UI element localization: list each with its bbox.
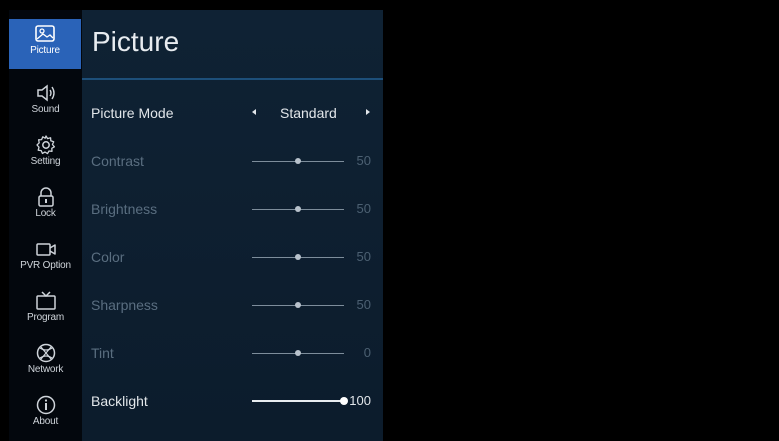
picture-mode-row[interactable]: Picture Mode Standard bbox=[82, 92, 383, 138]
sidebar-item-sound[interactable]: Sound bbox=[9, 78, 82, 128]
color-row[interactable]: Color 50 bbox=[82, 236, 383, 282]
slider-label: Tint bbox=[91, 345, 114, 361]
slider-knob[interactable] bbox=[340, 397, 348, 405]
sidebar-item-label: Lock bbox=[35, 208, 56, 219]
globe-icon bbox=[36, 343, 55, 363]
brightness-row[interactable]: Brightness 50 bbox=[82, 188, 383, 234]
slider-label: Contrast bbox=[91, 153, 144, 169]
speaker-icon bbox=[36, 84, 55, 102]
page-title: Picture bbox=[92, 26, 180, 57]
sidebar: Picture Sound Setting Lock PVR Option Pr… bbox=[9, 10, 82, 441]
picture-mode-label: Picture Mode bbox=[91, 105, 174, 121]
slider-knob[interactable] bbox=[295, 158, 301, 164]
slider-value: 50 bbox=[356, 153, 371, 168]
slider-value: 50 bbox=[356, 297, 371, 312]
video-camera-icon bbox=[35, 243, 56, 256]
tv-screen: Picture Sound Setting Lock PVR Option Pr… bbox=[0, 0, 779, 441]
brightness-slider[interactable] bbox=[252, 206, 344, 212]
sharpness-slider[interactable] bbox=[252, 302, 344, 308]
slider-label: Backlight bbox=[91, 393, 148, 409]
backlight-slider[interactable] bbox=[252, 397, 348, 405]
title-divider bbox=[82, 78, 383, 80]
tint-row[interactable]: Tint 0 bbox=[82, 332, 383, 378]
slider-knob[interactable] bbox=[295, 206, 301, 212]
tv-icon bbox=[35, 291, 56, 310]
lock-icon bbox=[37, 187, 54, 207]
sidebar-item-label: PVR Option bbox=[20, 260, 71, 271]
sidebar-item-label: Setting bbox=[30, 156, 61, 167]
slider-value: 0 bbox=[363, 345, 371, 360]
sidebar-item-about[interactable]: About bbox=[9, 390, 82, 440]
slider-label: Brightness bbox=[91, 201, 158, 217]
gear-icon bbox=[35, 135, 55, 155]
sidebar-item-label: About bbox=[32, 416, 59, 427]
slider-value: 50 bbox=[356, 201, 371, 216]
picture-icon bbox=[35, 25, 55, 42]
sidebar-item-label: Network bbox=[27, 364, 64, 375]
contrast-row[interactable]: Contrast 50 bbox=[82, 140, 383, 186]
sidebar-item-setting[interactable]: Setting bbox=[9, 130, 82, 180]
sidebar-item-label: Sound bbox=[31, 104, 60, 115]
sidebar-item-label: Picture bbox=[30, 45, 60, 56]
slider-knob[interactable] bbox=[295, 302, 301, 308]
color-slider[interactable] bbox=[252, 254, 344, 260]
sidebar-item-program[interactable]: Program bbox=[9, 286, 82, 336]
slider-knob[interactable] bbox=[295, 350, 301, 356]
info-icon bbox=[36, 395, 55, 415]
slider-label: Sharpness bbox=[91, 297, 158, 313]
picture-mode-value: Standard bbox=[280, 105, 337, 121]
tint-slider[interactable] bbox=[252, 350, 344, 356]
sidebar-item-pvr-option[interactable]: PVR Option bbox=[9, 234, 82, 284]
sidebar-item-network[interactable]: Network bbox=[9, 338, 82, 388]
picture-settings-panel: Picture Picture Mode Standard Contrast 5… bbox=[82, 10, 383, 441]
sidebar-item-picture[interactable]: Picture bbox=[9, 19, 81, 69]
arrow-left-icon[interactable] bbox=[252, 109, 256, 115]
sidebar-item-lock[interactable]: Lock bbox=[9, 182, 82, 232]
arrow-right-icon[interactable] bbox=[366, 109, 370, 115]
slider-label: Color bbox=[91, 249, 125, 265]
slider-value: 50 bbox=[356, 249, 371, 264]
contrast-slider[interactable] bbox=[252, 158, 344, 164]
sharpness-row[interactable]: Sharpness 50 bbox=[82, 284, 383, 330]
slider-value: 100 bbox=[349, 393, 371, 408]
sidebar-item-label: Program bbox=[27, 312, 64, 323]
slider-knob[interactable] bbox=[295, 254, 301, 260]
backlight-row[interactable]: Backlight 100 bbox=[82, 380, 383, 426]
